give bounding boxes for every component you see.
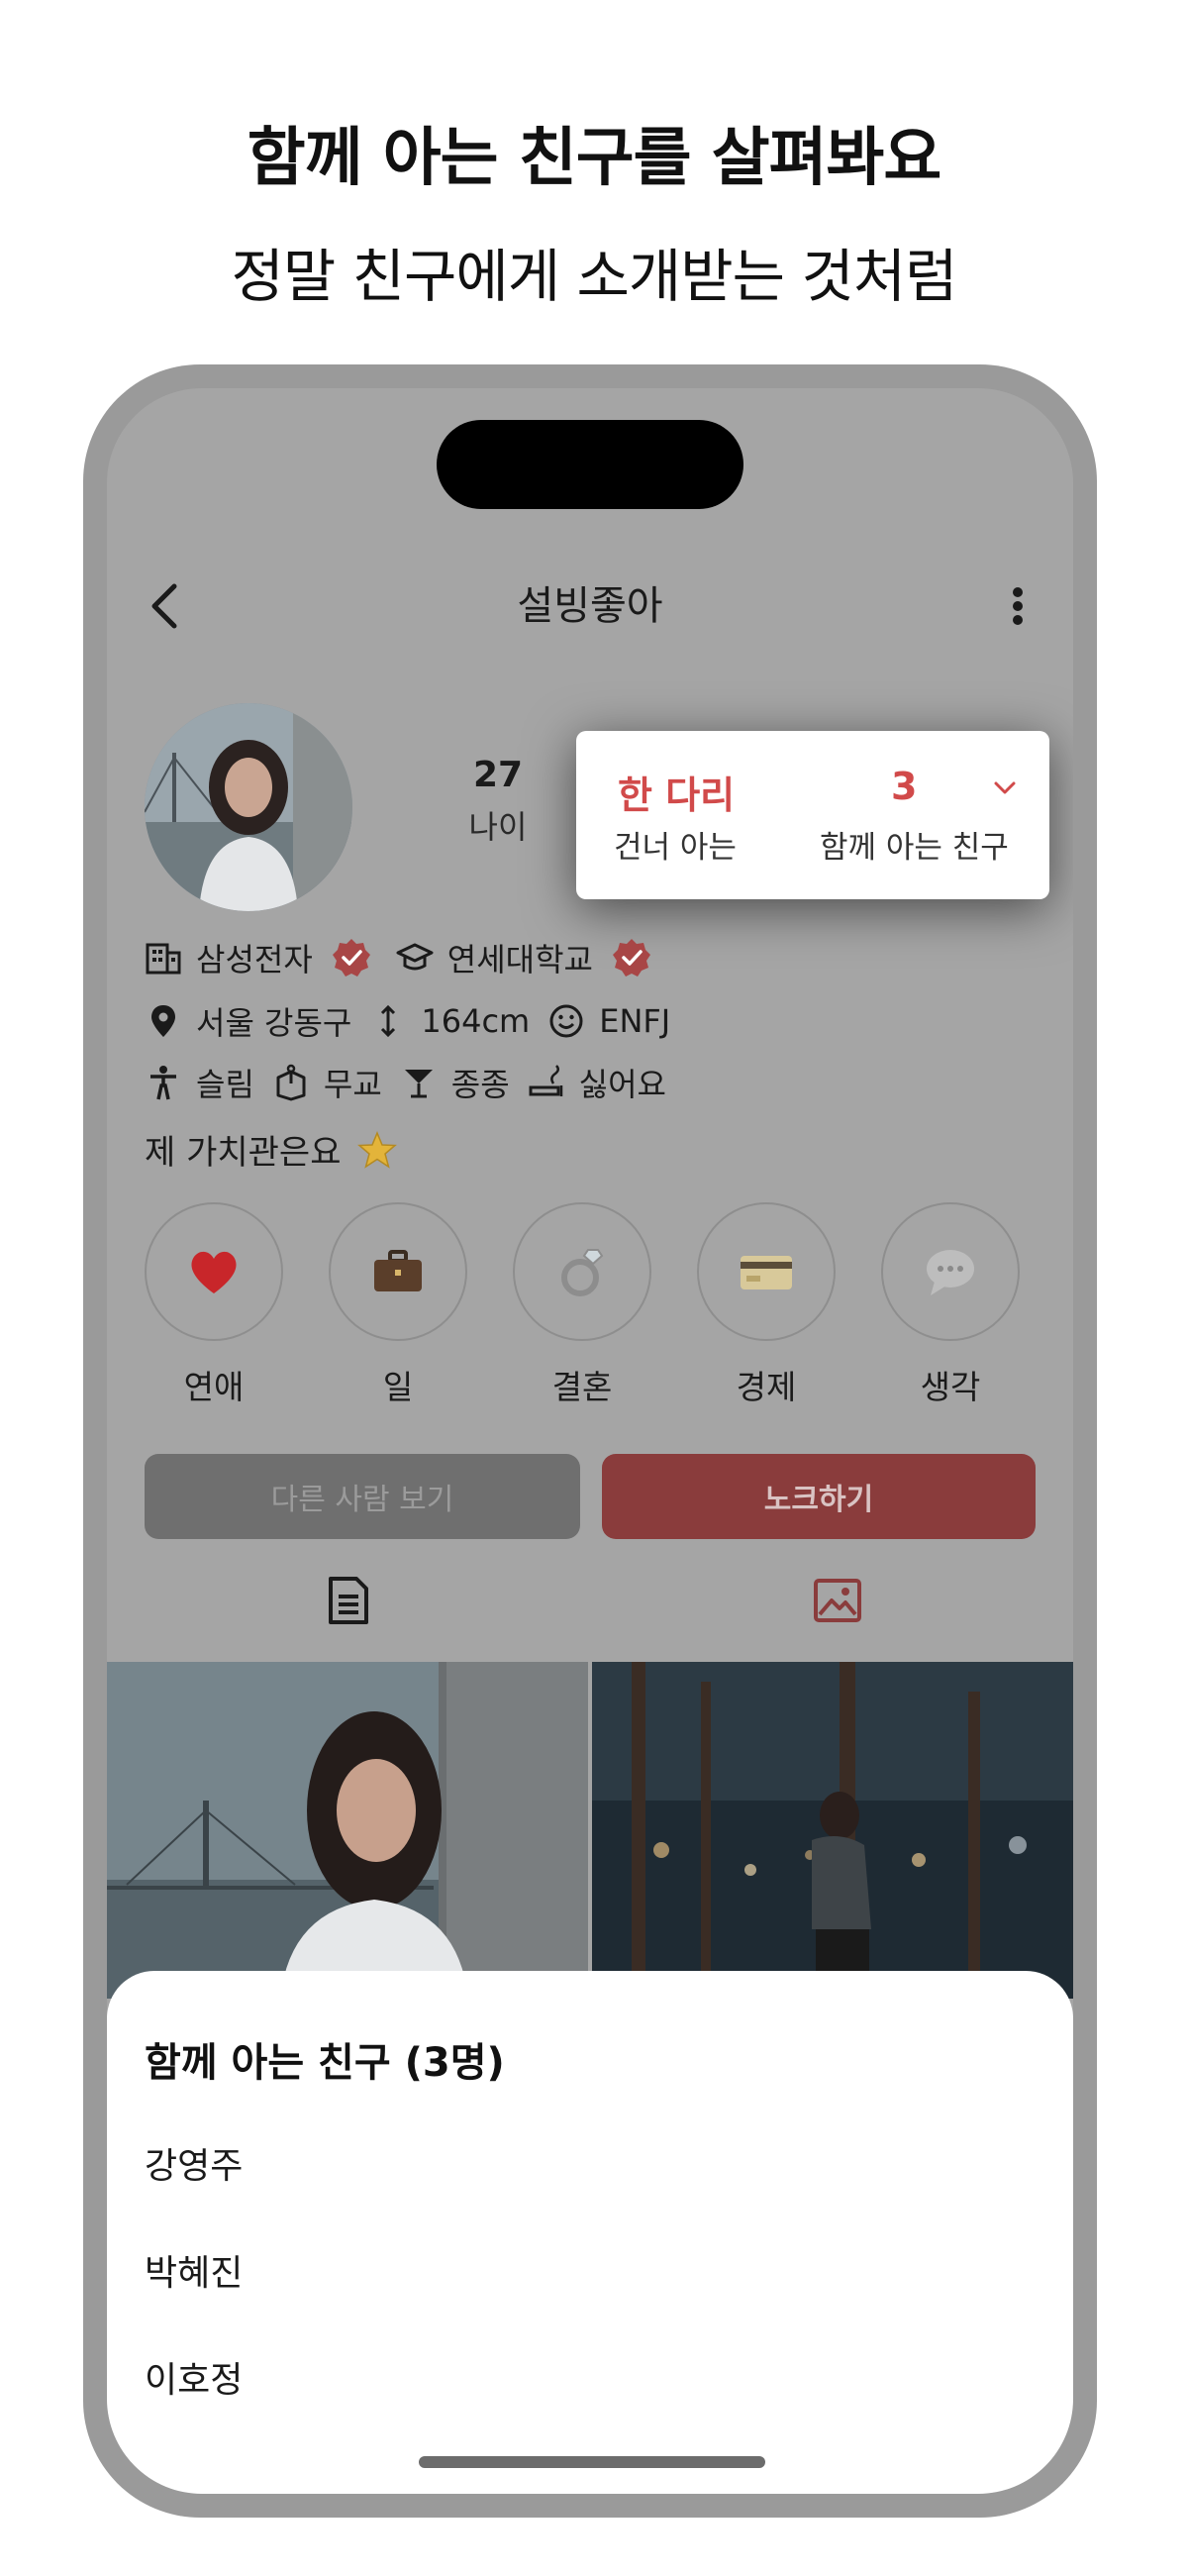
sheet-title: 함께 아는 친구 (3명) — [145, 2040, 505, 2086]
mutual-friends-sheet: 함께 아는 친구 (3명) 강영주 박혜진 이호정 — [107, 1971, 1073, 2494]
religion-book-icon — [276, 1064, 306, 1101]
location-text: 서울 강동구 — [196, 1004, 352, 1042]
profile-photo[interactable] — [592, 1662, 1073, 1999]
speech-bubble-icon — [927, 1250, 974, 1295]
headline: 함께 아는 친구를 살펴봐요 — [247, 122, 942, 195]
mutual-label: 함께 아는 친구 — [820, 830, 1009, 866]
value-label: 경제 — [736, 1368, 797, 1406]
dynamic-island — [437, 420, 743, 509]
credit-card-icon — [741, 1256, 792, 1289]
knock-button[interactable]: 노크하기 — [602, 1454, 1036, 1539]
value-circle — [329, 1202, 467, 1341]
value-item-thought[interactable]: 생각 — [881, 1202, 1020, 1408]
friend-list-item[interactable]: 강영주 — [145, 2137, 243, 2189]
drinking-text: 종종 — [450, 1066, 510, 1103]
graduation-cap-icon — [396, 943, 434, 971]
phone-screen: 설빙좋아 27 나이 한 다리 건너 아는 3 함께 아는 친구 삼성전자 연세… — [107, 388, 1073, 2494]
person-icon — [150, 1066, 176, 1100]
heart-icon — [191, 1251, 237, 1293]
age-label: 나이 — [468, 808, 528, 846]
profile-avatar[interactable] — [145, 703, 352, 911]
more-vertical-icon[interactable] — [998, 576, 1038, 636]
smoking-text: 싫어요 — [578, 1066, 666, 1103]
degree-value: 한 다리 — [618, 773, 736, 817]
value-label: 생각 — [920, 1368, 981, 1406]
verified-badge-icon — [612, 939, 650, 977]
values-title-text: 제 가치관은요 — [145, 1133, 342, 1173]
info-row-location-height-mbti: 서울 강동구 164cm ENFJ — [145, 996, 688, 1046]
other-person-button[interactable]: 다른 사람 보기 — [145, 1454, 580, 1539]
value-circle — [697, 1202, 836, 1341]
value-label: 일 — [382, 1368, 414, 1406]
friend-list-item[interactable]: 이호정 — [145, 2351, 243, 2403]
company-text: 삼성전자 — [196, 941, 313, 979]
height-arrows-icon — [381, 1004, 396, 1038]
smoking-icon — [529, 1065, 562, 1096]
mbti-text: ENFJ — [599, 1002, 671, 1040]
value-circle — [881, 1202, 1020, 1341]
body-type-text: 슬림 — [196, 1066, 254, 1103]
value-item-economy[interactable]: 경제 — [697, 1202, 836, 1408]
location-pin-icon — [151, 1005, 175, 1037]
value-circle — [513, 1202, 651, 1341]
star-icon — [356, 1130, 397, 1169]
profile-photo[interactable] — [107, 1662, 588, 1999]
value-circle — [145, 1202, 283, 1341]
image-tab-icon[interactable] — [810, 1573, 865, 1628]
page-title: 설빙좋아 — [517, 583, 663, 629]
school-text: 연세대학교 — [446, 941, 593, 979]
subheadline: 정말 친구에게 소개받는 것처럼 — [231, 243, 958, 310]
smiley-icon — [549, 1004, 583, 1038]
verified-badge-icon — [332, 939, 370, 977]
building-icon — [146, 943, 181, 975]
mutual-count: 3 — [891, 765, 918, 808]
chevron-down-icon[interactable] — [992, 778, 1018, 798]
value-label: 결혼 — [551, 1368, 613, 1406]
info-row-work-school: 삼성전자 연세대학교 — [145, 933, 676, 982]
ring-icon — [561, 1249, 604, 1296]
friend-list-item[interactable]: 박혜진 — [145, 2244, 243, 2296]
cocktail-glass-icon — [404, 1070, 433, 1098]
mutual-friends-popup[interactable]: 한 다리 건너 아는 3 함께 아는 친구 — [576, 731, 1049, 899]
age-value: 27 — [472, 755, 524, 795]
degree-label: 건너 아는 — [614, 830, 737, 866]
briefcase-icon — [374, 1250, 422, 1291]
home-indicator[interactable] — [419, 2456, 765, 2468]
value-label: 연애 — [183, 1368, 245, 1406]
religion-text: 무교 — [323, 1066, 382, 1103]
height-text: 164cm — [421, 1002, 531, 1040]
value-item-love[interactable]: 연애 — [145, 1202, 283, 1408]
document-tab-icon[interactable] — [321, 1573, 376, 1628]
value-item-marriage[interactable]: 결혼 — [513, 1202, 651, 1408]
info-row-lifestyle: 슬림 무교 종종 싫어요 — [145, 1058, 684, 1107]
value-item-work[interactable]: 일 — [329, 1202, 467, 1408]
values-title: 제 가치관은요 — [145, 1125, 397, 1174]
